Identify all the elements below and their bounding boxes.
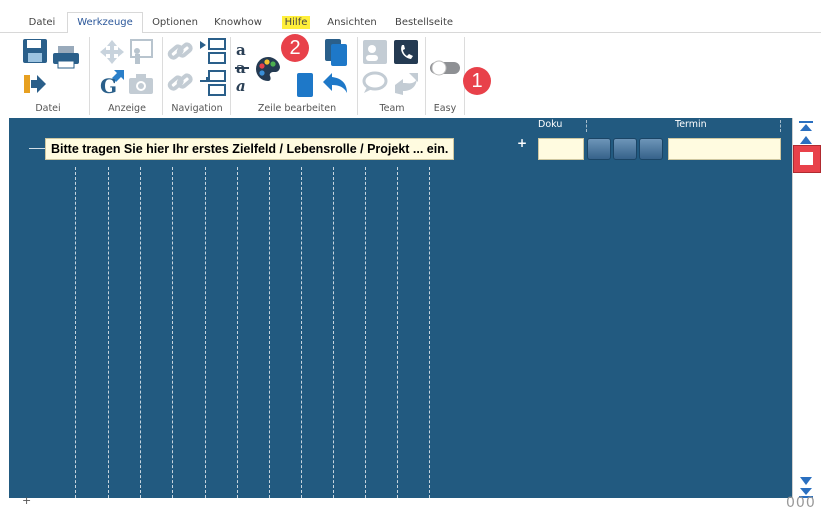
column-header-doku: Doku	[538, 119, 563, 130]
undo-icon[interactable]	[322, 71, 350, 97]
tab-optionen[interactable]: Optionen	[147, 14, 203, 32]
scroll-top-icon[interactable]	[796, 121, 816, 132]
grid-line	[333, 167, 334, 498]
link-icon[interactable]	[167, 39, 193, 65]
split-icon[interactable]	[199, 37, 227, 67]
group-label-anzeige: Anzeige	[108, 103, 146, 114]
status-button-2[interactable]	[613, 138, 637, 160]
toggle-icon[interactable]	[429, 60, 461, 76]
presentation-icon[interactable]	[128, 39, 154, 65]
scroll-up-icon[interactable]	[796, 134, 816, 145]
print-icon[interactable]	[52, 45, 80, 69]
separator	[425, 37, 426, 115]
chat-icon[interactable]	[362, 71, 390, 95]
team-card-icon[interactable]	[362, 39, 388, 65]
grid-line	[365, 167, 366, 498]
grid-line	[301, 167, 302, 498]
separator	[357, 37, 358, 115]
tab-bestellseite[interactable]: Bestellseite	[388, 14, 460, 32]
scroll-down-icon[interactable]	[796, 476, 816, 487]
badge-1: 1	[463, 67, 491, 95]
link-icon-2[interactable]	[167, 70, 193, 96]
tab-hilfe-label: Hilfe	[281, 16, 311, 29]
grid-line	[205, 167, 206, 498]
doku-field[interactable]	[538, 138, 584, 160]
blue-block-icon[interactable]	[294, 71, 316, 99]
goal-entry-field[interactable]: Bitte tragen Sie hier Ihr erstes Zielfel…	[45, 138, 455, 160]
column-header-termin: Termin	[675, 119, 707, 130]
tab-ansichten[interactable]: Ansichten	[321, 14, 383, 32]
tab-knowhow[interactable]: Knowhow	[210, 14, 266, 32]
text-a-icon[interactable]: a a a	[234, 41, 252, 97]
badge-2: 2	[281, 34, 309, 62]
header-divider	[780, 120, 781, 132]
tab-hilfe[interactable]: Hilfe	[276, 14, 316, 32]
vertical-scrollbar[interactable]	[792, 118, 821, 498]
scroll-thumb[interactable]	[793, 145, 821, 173]
group-label-easy: Easy	[433, 103, 457, 114]
separator	[230, 37, 231, 115]
camera-icon[interactable]	[128, 73, 154, 95]
status-button-3[interactable]	[639, 138, 663, 160]
grid-line	[140, 167, 141, 498]
svg-text:G: G	[100, 74, 117, 95]
share-icon[interactable]	[393, 71, 421, 95]
separator	[89, 37, 90, 115]
group-label-datei: Datei	[35, 103, 61, 114]
move-icon[interactable]	[99, 39, 125, 65]
grid-line	[269, 167, 270, 498]
ribbon: Datei G Anzeige Navigation a a a Zeile b…	[0, 33, 821, 118]
termin-field[interactable]	[668, 138, 781, 160]
grid-line	[108, 167, 109, 498]
grid-line	[397, 167, 398, 498]
entry-connector	[29, 148, 45, 149]
header-divider	[586, 120, 587, 132]
status-bar: + 000	[0, 494, 821, 511]
phone-icon[interactable]	[393, 39, 419, 65]
status-button-1[interactable]	[587, 138, 611, 160]
svg-text:a: a	[236, 41, 246, 59]
google-icon[interactable]: G	[99, 69, 125, 95]
merge-icon[interactable]	[199, 69, 227, 99]
group-label-navigation: Navigation	[171, 103, 223, 114]
grid-line	[172, 167, 173, 498]
planning-workspace[interactable]: Bitte tragen Sie hier Ihr erstes Zielfel…	[9, 118, 792, 498]
add-plus-icon[interactable]: +	[517, 136, 527, 150]
footer-plus[interactable]: +	[22, 494, 31, 507]
exit-icon[interactable]	[22, 73, 46, 95]
separator	[162, 37, 163, 115]
tab-datei[interactable]: Datei	[22, 14, 62, 32]
grid-line	[237, 167, 238, 498]
group-label-zeile-bearbeiten: Zeile bearbeiten	[257, 103, 337, 114]
scroll-thumb-inner	[800, 152, 813, 165]
save-icon[interactable]	[22, 38, 48, 64]
ribbon-tabs: Datei Werkzeuge Optionen Knowhow Hilfe A…	[0, 0, 821, 34]
copy-icon[interactable]	[322, 37, 350, 67]
tab-werkzeuge[interactable]: Werkzeuge	[67, 12, 143, 34]
grid-line	[429, 167, 430, 498]
group-label-team: Team	[379, 103, 405, 114]
svg-text:a: a	[236, 77, 246, 95]
grid-line	[75, 167, 76, 498]
palette-icon[interactable]	[254, 55, 282, 83]
